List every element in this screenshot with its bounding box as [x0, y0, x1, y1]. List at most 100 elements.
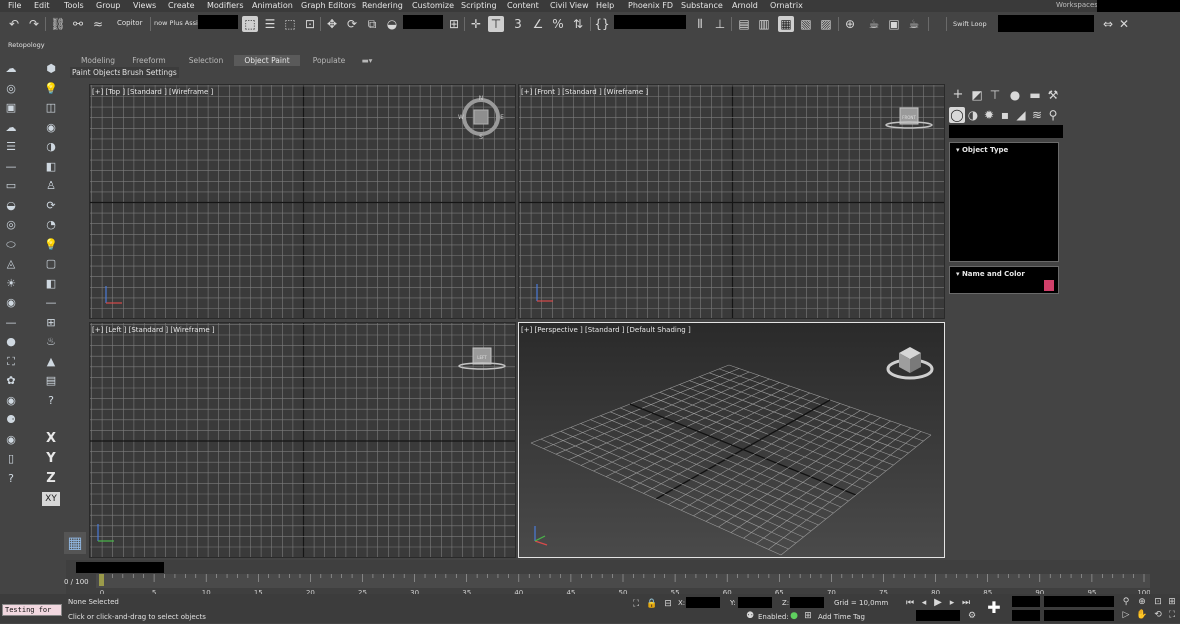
- tool-icon[interactable]: ?: [4, 472, 18, 486]
- maxscript-icon[interactable]: ⚉: [742, 608, 758, 624]
- tool-icon[interactable]: ●: [4, 335, 18, 349]
- retopology-label[interactable]: Retopology: [8, 41, 45, 49]
- layer-explorer-icon[interactable]: ▥: [756, 16, 772, 32]
- tool-icon[interactable]: —: [4, 316, 18, 330]
- systems-icon[interactable]: ⚲: [1045, 107, 1061, 123]
- field-of-view-icon[interactable]: ▷: [1118, 607, 1134, 623]
- tool-icon[interactable]: ◫: [44, 101, 58, 115]
- tool-icon[interactable]: ◉: [4, 394, 18, 408]
- utilities-tab-icon[interactable]: ⚒: [1045, 87, 1061, 103]
- tool-icon[interactable]: ⬭: [4, 238, 18, 252]
- menu-substance[interactable]: Substance: [681, 1, 723, 10]
- viewport-label-perspective[interactable]: [+] [Perspective ] [Standard ] [Default …: [521, 326, 691, 334]
- menu-file[interactable]: File: [8, 1, 21, 10]
- tool-icon[interactable]: ⬢: [44, 62, 58, 76]
- tool-icon[interactable]: ◎: [4, 218, 18, 232]
- redo-icon[interactable]: ↷: [26, 16, 42, 32]
- tool-icon[interactable]: ◎: [4, 82, 18, 96]
- menu-ornatrix[interactable]: Ornatrix: [770, 1, 803, 10]
- geometry-icon[interactable]: ◯: [949, 107, 965, 123]
- tool-icon[interactable]: ☁: [4, 62, 18, 76]
- schematic-view-icon[interactable]: ▨: [818, 16, 834, 32]
- key-mode-icon[interactable]: ✚: [984, 598, 1004, 618]
- menu-help[interactable]: Help: [596, 1, 614, 10]
- tool-icon[interactable]: 💡: [44, 82, 58, 96]
- viewcube-front-icon[interactable]: FRONT: [883, 105, 933, 135]
- cameras-icon[interactable]: ▪: [997, 107, 1013, 123]
- angle-snap-icon[interactable]: ∠: [530, 16, 546, 32]
- current-frame-field[interactable]: [916, 610, 960, 621]
- selected-dropdown[interactable]: [1044, 596, 1114, 607]
- tool-icon[interactable]: ♨: [44, 335, 58, 349]
- percent-snap-icon[interactable]: %: [550, 16, 566, 32]
- y-axis-constraint[interactable]: Y: [44, 452, 58, 466]
- tool-icon[interactable]: ◔: [44, 218, 58, 232]
- snaps-toggle-icon[interactable]: 3: [510, 16, 526, 32]
- menu-modifiers[interactable]: Modifiers: [207, 1, 244, 10]
- compass-icon[interactable]: N S E W: [457, 93, 505, 141]
- tool-icon[interactable]: ◧: [44, 160, 58, 174]
- ribbon-toggle-icon[interactable]: ▦: [778, 16, 794, 32]
- select-object-icon[interactable]: ⬚: [242, 16, 258, 32]
- viewport-perspective[interactable]: [+] [Perspective ] [Standard ] [Default …: [518, 322, 945, 558]
- menu-content[interactable]: Content: [507, 1, 539, 10]
- tool-icon[interactable]: ▣: [4, 101, 18, 115]
- window-crossing-icon[interactable]: ⊡: [302, 16, 318, 32]
- ribbon-close-icon[interactable]: ✕: [1116, 16, 1132, 32]
- key-filters-field[interactable]: [1044, 610, 1114, 621]
- object-type-header[interactable]: ▾ Object Type: [956, 146, 1008, 154]
- x-coordinate-field[interactable]: [686, 597, 720, 608]
- curve-editor-icon[interactable]: ▧: [798, 16, 814, 32]
- viewport-layout-icon[interactable]: ▦: [64, 532, 86, 554]
- lights-icon[interactable]: ✹: [981, 107, 997, 123]
- viewcube-perspective-icon[interactable]: [885, 339, 935, 383]
- time-config-icon[interactable]: ⚙: [964, 608, 980, 624]
- viewport-front[interactable]: [+] [Front ] [Standard ] [Wireframe ] FR…: [518, 84, 945, 319]
- tool-icon[interactable]: ◑: [44, 140, 58, 154]
- selection-set-field[interactable]: now Plus Assi: [154, 19, 198, 27]
- subtab-brush-settings[interactable]: Brush Settings: [120, 67, 179, 78]
- undo-icon[interactable]: ↶: [6, 16, 22, 32]
- bind-spacewarp-icon[interactable]: ≈: [90, 16, 106, 32]
- name-and-color-rollout[interactable]: ▾ Name and Color: [949, 266, 1059, 294]
- edit-named-sets-icon[interactable]: {}: [594, 16, 610, 32]
- tab-object-paint[interactable]: Object Paint: [234, 55, 300, 66]
- menu-civil-view[interactable]: Civil View: [550, 1, 589, 10]
- tool-icon[interactable]: ◒: [4, 199, 18, 213]
- pivot-center-icon[interactable]: ⊞: [446, 16, 462, 32]
- pan-icon[interactable]: ✋: [1134, 607, 1150, 623]
- tool-icon[interactable]: ✿: [4, 374, 18, 388]
- menu-rendering[interactable]: Rendering: [362, 1, 403, 10]
- menu-scripting[interactable]: Scripting: [461, 1, 497, 10]
- menu-create[interactable]: Create: [168, 1, 195, 10]
- keyboard-shortcut-override-icon[interactable]: ⊤: [488, 16, 504, 32]
- viewport-label-left[interactable]: [+] [Left ] [Standard ] [Wireframe ]: [92, 326, 215, 334]
- tool-icon[interactable]: 💡: [44, 238, 58, 252]
- rendered-frame-icon[interactable]: ▣: [886, 16, 902, 32]
- tab-modeling[interactable]: Modeling: [68, 55, 128, 66]
- material-editor-icon[interactable]: ⊕: [842, 16, 858, 32]
- viewport-left[interactable]: [+] [Left ] [Standard ] [Wireframe ] LEF…: [89, 322, 516, 558]
- render-production-icon[interactable]: ☕: [906, 16, 922, 32]
- tool-icon[interactable]: ◉: [4, 296, 18, 310]
- place-icon[interactable]: ◒: [384, 16, 400, 32]
- viewport-label-front[interactable]: [+] [Front ] [Standard ] [Wireframe ]: [521, 88, 648, 96]
- unlink-icon[interactable]: ⚯: [70, 16, 86, 32]
- tool-icon[interactable]: ☀: [4, 277, 18, 291]
- menu-tools[interactable]: Tools: [64, 1, 84, 10]
- helpers-icon[interactable]: ◢: [1013, 107, 1029, 123]
- object-type-rollout[interactable]: ▾ Object Type: [949, 142, 1059, 262]
- tool-icon[interactable]: ☰: [4, 140, 18, 154]
- menu-graph-editors[interactable]: Graph Editors: [301, 1, 356, 10]
- tool-icon[interactable]: ▭: [4, 179, 18, 193]
- menu-animation[interactable]: Animation: [252, 1, 293, 10]
- x-axis-constraint[interactable]: X: [44, 432, 58, 446]
- tool-icon[interactable]: ⟳: [44, 199, 58, 213]
- display-tab-icon[interactable]: ▬: [1027, 87, 1043, 103]
- menu-customize[interactable]: Customize: [412, 1, 454, 10]
- rotate-icon[interactable]: ⟳: [344, 16, 360, 32]
- selection-filter-dropdown[interactable]: [198, 15, 238, 29]
- tool-icon[interactable]: ⚈: [4, 413, 18, 427]
- tool-icon[interactable]: ▤: [44, 374, 58, 388]
- viewport-label-top[interactable]: [+] [Top ] [Standard ] [Wireframe ]: [92, 88, 213, 96]
